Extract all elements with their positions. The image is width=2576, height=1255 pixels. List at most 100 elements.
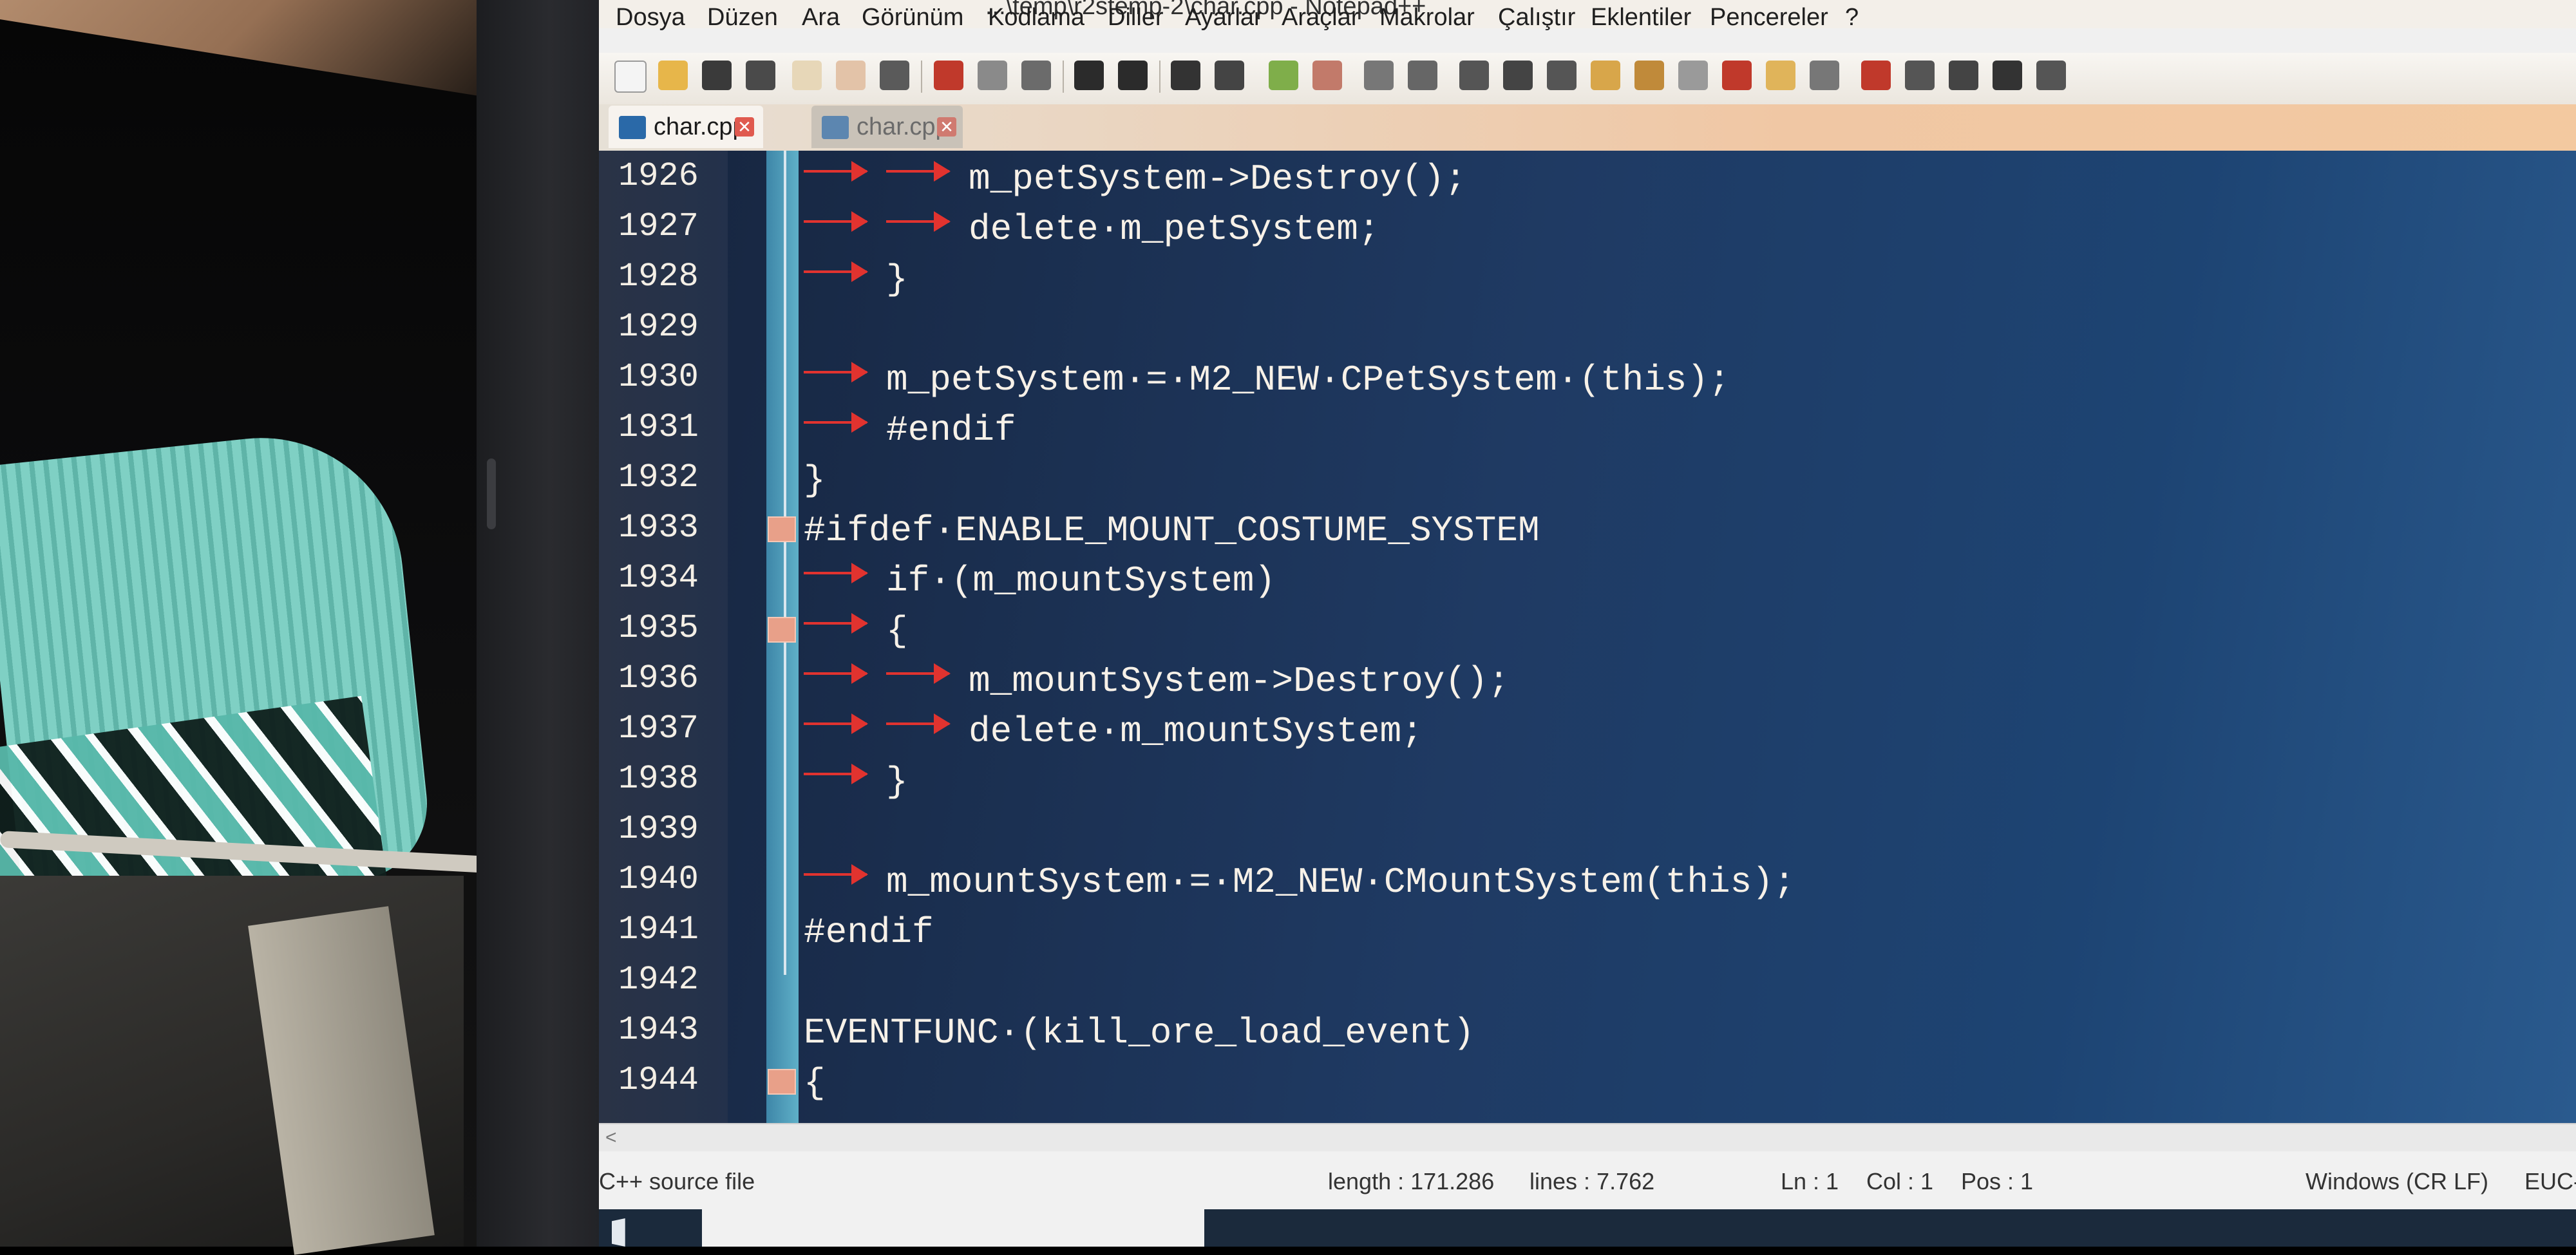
code-line[interactable]: 1936 m_mountSystem->Destroy();	[599, 653, 2576, 703]
code-line[interactable]: 1938}	[599, 753, 2576, 804]
fold-toggle-icon[interactable]	[768, 1069, 796, 1095]
taskbar-search[interactable]	[702, 1209, 1204, 1247]
code-text: {	[804, 1062, 826, 1104]
doc-map-icon[interactable]	[1591, 61, 1620, 90]
code-line[interactable]: 1930 m_petSystem·=·M2_NEW·CPetSystem·(thi…	[599, 352, 2576, 402]
code-line[interactable]: 1940 m_mountSystem·=·M2_NEW·CMountSystem(…	[599, 854, 2576, 904]
horizontal-scrollbar[interactable]: <	[599, 1123, 2576, 1153]
status-bar: C++ source file length : 171.286 lines :…	[599, 1151, 2576, 1209]
code-line[interactable]: 1933 #ifdef·ENABLE_MOUNT_COSTUME_SYSTEM	[599, 502, 2576, 552]
replace-icon[interactable]	[1215, 61, 1244, 90]
play-macro-icon[interactable]	[1949, 61, 1978, 90]
function-icon[interactable]	[1722, 61, 1752, 90]
print-icon[interactable]	[880, 61, 909, 90]
folder-workspace-icon[interactable]	[1678, 61, 1708, 90]
status-language: C++ source file	[599, 1168, 755, 1194]
line-number: 1931	[618, 408, 699, 446]
menu-eklentiler[interactable]: Eklentiler	[1591, 4, 1691, 32]
show-all-chars-icon[interactable]	[1503, 61, 1533, 90]
menu-pencereler[interactable]: Pencereler	[1710, 4, 1828, 32]
windows-start-icon[interactable]	[612, 1218, 625, 1247]
paste-icon[interactable]	[1021, 61, 1051, 90]
status-encoding[interactable]: EUC-	[2524, 1168, 2576, 1195]
code-line[interactable]: 1935 {	[599, 603, 2576, 653]
menu-gorunum[interactable]: Görünüm	[862, 4, 963, 32]
record-macro-icon[interactable]	[1861, 61, 1891, 90]
save-macro-icon[interactable]	[2036, 61, 2066, 90]
menu-makrolar[interactable]: Makrolar	[1379, 4, 1475, 32]
tab-char-cpp-active[interactable]: char.cpp ✕	[609, 106, 763, 148]
zoom-out-icon[interactable]	[1312, 61, 1342, 90]
menu-ayarlar[interactable]: Ayarlar	[1185, 4, 1262, 32]
floppy-icon	[822, 116, 849, 139]
code-line[interactable]: 1931 #endif	[599, 402, 2576, 452]
code-text: EVENTFUNC·(kill_ore_load_event)	[804, 1012, 1475, 1053]
close-tab-icon[interactable]: ✕	[735, 117, 754, 137]
close-icon[interactable]	[792, 61, 822, 90]
line-number: 1941	[618, 911, 699, 948]
copy-icon[interactable]	[978, 61, 1007, 90]
code-line[interactable]: 1928}	[599, 251, 2576, 301]
function-list-icon[interactable]	[1634, 61, 1664, 90]
code-line[interactable]: 1934 if·(m_mountSystem)	[599, 552, 2576, 603]
menu-ara[interactable]: Ara	[802, 4, 840, 32]
new-file-icon[interactable]	[614, 61, 647, 93]
close-all-icon[interactable]	[836, 61, 866, 90]
close-tab-icon[interactable]: ✕	[937, 117, 956, 137]
code-line[interactable]: 1943 EVENTFUNC·(kill_ore_load_event)	[599, 1005, 2576, 1055]
code-line[interactable]: 1932}	[599, 452, 2576, 502]
menu-kodlama[interactable]: Kodlama	[988, 4, 1084, 32]
code-line[interactable]: 1942	[599, 954, 2576, 1005]
tab-arrow-icon	[886, 663, 951, 684]
tab-char-cpp[interactable]: char.cpp ✕	[811, 106, 963, 148]
menu-duzen[interactable]: Düzen	[707, 4, 778, 32]
menu-dosya[interactable]: Dosya	[616, 4, 685, 32]
code-line[interactable]: 1926 m_petSystem->Destroy();	[599, 151, 2576, 201]
stop-macro-icon[interactable]	[1905, 61, 1935, 90]
line-number: 1934	[618, 559, 699, 597]
cut-icon[interactable]	[934, 61, 963, 90]
code-editor[interactable]: 1926 m_petSystem->Destroy(); 1927 delete·m_…	[599, 151, 2576, 1123]
code-line[interactable]: 1944 {	[599, 1055, 2576, 1105]
tab-arrow-icon	[804, 362, 868, 382]
toolbar	[599, 53, 2576, 104]
fold-toggle-icon[interactable]	[768, 617, 796, 643]
line-number: 1943	[618, 1011, 699, 1049]
fold-toggle-icon[interactable]	[768, 516, 796, 542]
undo-icon[interactable]	[1074, 61, 1104, 90]
status-eol[interactable]: Windows (CR LF)	[2306, 1168, 2488, 1195]
windows-taskbar	[599, 1209, 2576, 1247]
find-icon[interactable]	[1171, 61, 1200, 90]
save-icon[interactable]	[702, 61, 732, 90]
menu-araclar[interactable]: Araçlar	[1282, 4, 1359, 32]
indent-guide-icon[interactable]	[1547, 61, 1577, 90]
save-all-icon[interactable]	[746, 61, 775, 90]
menu-help[interactable]: ?	[1845, 4, 1859, 32]
tab-arrow-icon	[804, 713, 868, 734]
line-number: 1937	[618, 710, 699, 748]
zoom-in-icon[interactable]	[1269, 61, 1298, 90]
code-line[interactable]: 1937 delete·m_mountSystem;	[599, 703, 2576, 753]
code-line[interactable]: 1939	[599, 804, 2576, 854]
toolbar-separator	[921, 61, 922, 93]
folder-icon[interactable]	[1766, 61, 1795, 90]
sync-vertical-icon[interactable]	[1364, 61, 1394, 90]
code-line[interactable]: 1941 #endif	[599, 904, 2576, 954]
menu-diller[interactable]: Diller	[1108, 4, 1164, 32]
code-line[interactable]: 1929	[599, 301, 2576, 352]
monitoring-eye-icon[interactable]	[1810, 61, 1839, 90]
menu-calistir[interactable]: Çalıştır	[1498, 4, 1575, 32]
toolbar-separator	[1159, 61, 1160, 93]
run-macro-multiple-icon[interactable]	[1993, 61, 2022, 90]
sync-horizontal-icon[interactable]	[1408, 61, 1437, 90]
open-file-icon[interactable]	[658, 61, 688, 90]
toolbar-separator	[1063, 61, 1064, 93]
code-line[interactable]: 1927 delete·m_petSystem;	[599, 201, 2576, 251]
word-wrap-icon[interactable]	[1459, 61, 1489, 90]
tab-label: char.cpp	[654, 113, 746, 140]
line-number: 1942	[618, 961, 699, 999]
redo-icon[interactable]	[1118, 61, 1148, 90]
line-number: 1932	[618, 458, 699, 496]
scroll-left-icon[interactable]: <	[605, 1127, 617, 1149]
line-number: 1929	[618, 308, 699, 346]
